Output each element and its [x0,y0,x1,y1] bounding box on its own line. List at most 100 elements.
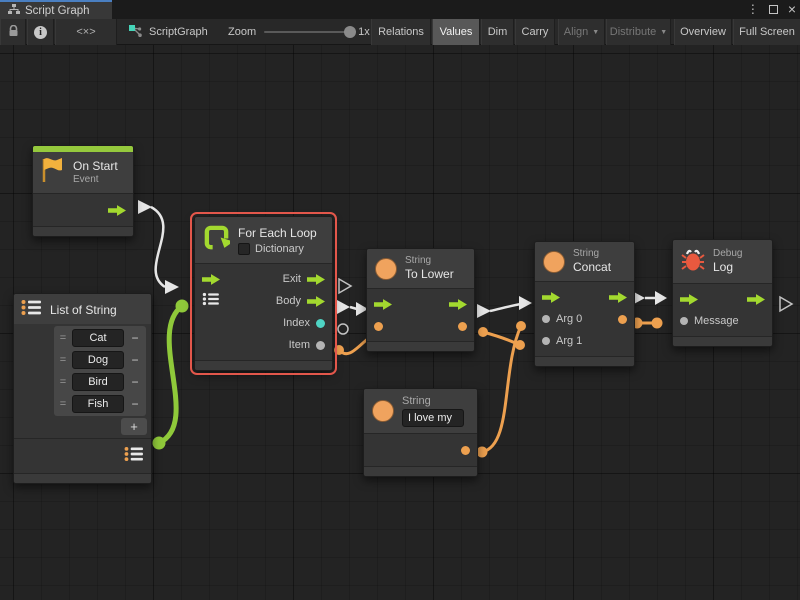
inspect-button[interactable]: i [27,19,54,45]
wire-endpoint-dot[interactable] [176,300,189,313]
graph-reference[interactable]: ScriptGraph [128,19,208,45]
list-item-row: = Dog − [54,349,146,371]
wire-endpoint-dot[interactable] [334,345,344,355]
node-footer [33,226,133,236]
string-output-port[interactable] [458,322,467,331]
list-item-field[interactable]: Dog [72,351,124,369]
flow-input-port[interactable] [202,274,220,285]
wire-start-triangle[interactable] [138,200,152,214]
list-item-field[interactable]: Cat [72,329,124,347]
node-title: Concat [573,260,611,275]
zoom-slider-handle[interactable] [344,26,356,38]
wire-body-tolower[interactable] [350,307,357,309]
overview-button[interactable]: Overview [674,19,732,45]
window-menu-icon[interactable]: ⋮ [747,0,759,19]
remove-item-button[interactable]: − [128,397,142,411]
list-item-field[interactable]: Bird [72,373,124,391]
values-button[interactable]: Values [432,19,480,45]
node-on-start[interactable]: On Start Event [32,145,134,237]
result-output-port[interactable] [618,315,627,324]
wire-start-triangle[interactable] [477,304,491,318]
list-item-field[interactable]: Fish [72,395,124,413]
dim-button[interactable]: Dim [481,19,514,45]
arg1-input-port[interactable] [542,337,550,345]
carry-button[interactable]: Carry [515,19,555,45]
wire-end-triangle[interactable] [165,280,179,294]
string-type-icon [543,251,565,273]
string-input-port[interactable] [374,322,383,331]
message-input-port[interactable] [680,317,688,325]
flow-output-port[interactable] [108,205,126,216]
dictionary-checkbox[interactable] [238,243,250,255]
node-debug-log[interactable]: Debug Log Message [672,239,773,347]
wire-end-triangle[interactable] [655,291,667,305]
lock-button[interactable] [0,19,26,45]
zoom-slider[interactable] [264,31,350,33]
wire-end-triangle[interactable] [519,296,532,310]
exit-output-port[interactable] [307,274,325,285]
string-output-port[interactable] [461,446,470,455]
flow-output-port[interactable] [609,292,627,303]
list-output-port[interactable] [124,446,144,467]
flow-input-port[interactable] [374,299,392,310]
body-output-port[interactable] [307,296,325,307]
node-subtitle: String [402,395,464,407]
flow-input-port[interactable] [542,292,560,303]
wire-endpoint-dot[interactable] [652,318,663,329]
tab-script-graph[interactable]: Script Graph [0,0,112,19]
distribute-button[interactable]: Distribute ▼ [606,19,671,45]
code-view-button[interactable]: <×> [55,19,117,45]
wire-endpoint-dot[interactable] [153,437,166,450]
drag-handle-icon[interactable]: = [58,398,68,410]
node-string-literal[interactable]: String [363,388,478,477]
remove-item-button[interactable]: − [128,353,142,367]
node-subtitle: Event [73,174,118,186]
wire-tolower-concat[interactable] [490,304,521,311]
graph-toolbar: i <×> ScriptGraph Zoom 1x Relations Valu… [0,19,800,45]
wire-endpoint-dot[interactable] [478,327,488,337]
relations-button[interactable]: Relations [371,19,431,45]
wire-onstart-foreach[interactable] [151,207,165,287]
arg0-input-port[interactable] [542,315,550,323]
drag-handle-icon[interactable]: = [58,332,68,344]
remove-item-button[interactable]: − [128,331,142,345]
wire-start-triangle[interactable] [337,300,350,314]
node-concat[interactable]: String Concat Arg 0 Arg 1 [534,241,635,367]
wire-literal-arg0[interactable] [482,326,521,452]
code-icon: <×> [76,26,95,38]
drag-handle-icon[interactable]: = [58,354,68,366]
wire-list-foreach[interactable] [159,306,182,443]
maximize-icon[interactable] [769,5,778,14]
node-for-each-loop[interactable]: For Each Loop Dictionary Exit Body [194,216,333,371]
string-value-input[interactable] [402,409,464,427]
unconnected-flow-marker-exit[interactable] [339,279,351,293]
index-output-port[interactable] [316,319,325,328]
unconnected-flow-marker-log[interactable] [780,297,792,311]
node-to-lower[interactable]: String To Lower [366,248,475,352]
fullscreen-button[interactable]: Full Screen [733,19,800,45]
unconnected-value-marker-index[interactable] [338,324,348,334]
node-title: List of String [50,303,117,318]
close-icon[interactable]: × [788,0,796,19]
chevron-down-icon: ▼ [660,29,667,36]
align-button[interactable]: Align▼ [558,19,605,45]
flow-output-port[interactable] [449,299,467,310]
node-footer [367,341,474,351]
list-input-port[interactable] [202,292,220,311]
port-label-item: Item [289,339,310,351]
flow-output-port[interactable] [747,294,765,305]
wire-endpoint-dot[interactable] [477,447,488,458]
remove-item-button[interactable]: − [128,375,142,389]
drag-handle-icon[interactable]: = [58,376,68,388]
string-type-icon [375,258,397,280]
flow-input-port[interactable] [680,294,698,305]
item-output-port[interactable] [316,341,325,350]
align-label: Align [564,26,588,38]
graph-canvas[interactable]: On Start Event List of String = Cat − [0,45,800,600]
string-type-icon [372,400,394,422]
wire-endpoint-dot[interactable] [516,321,526,331]
add-item-button[interactable]: + [121,418,147,435]
title-bar: Script Graph ⋮ × [0,0,800,19]
distribute-label: Distribute [610,26,656,38]
node-list-of-string[interactable]: List of String = Cat − = Dog − = Bird − … [13,293,152,484]
